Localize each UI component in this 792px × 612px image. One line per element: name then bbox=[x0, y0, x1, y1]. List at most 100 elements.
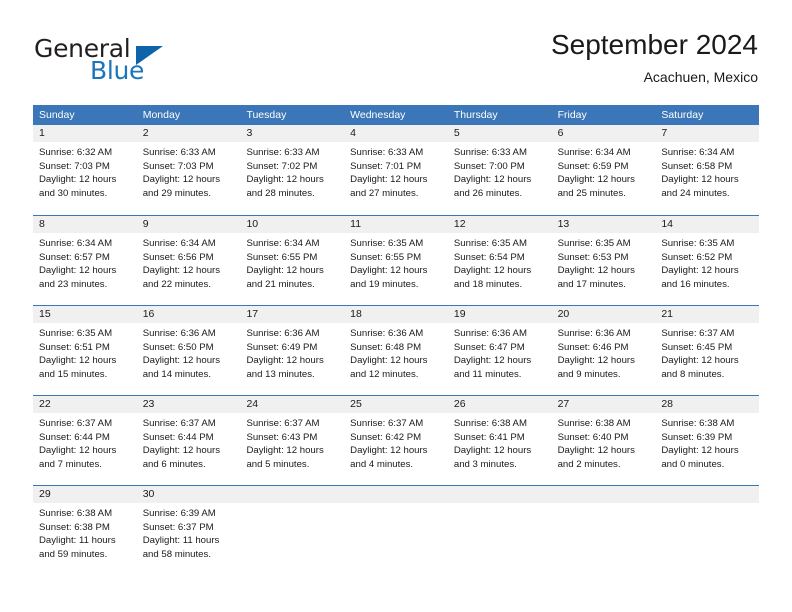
day-details: Sunrise: 6:37 AM Sunset: 6:44 PM Daylight:… bbox=[137, 413, 241, 471]
day-cell[interactable]: 5 Sunrise: 6:33 AM Sunset: 7:00 PM Daylight… bbox=[447, 125, 552, 215]
day-detail-line: and 19 minutes. bbox=[350, 278, 419, 290]
day-detail-line: Sunset: 6:42 PM bbox=[350, 431, 422, 443]
page-header: General Blue September 2024 Acachuen, Me… bbox=[0, 0, 792, 100]
day-cell[interactable]: 2 Sunrise: 6:33 AM Sunset: 7:03 PM Daylight… bbox=[136, 125, 241, 215]
day-number: 12 bbox=[447, 216, 552, 233]
day-cell[interactable]: 18 Sunrise: 6:36 AM Sunset: 6:48 PM Dayligh… bbox=[344, 306, 448, 395]
day-detail-line: Daylight: 12 hours bbox=[350, 355, 428, 367]
day-cell[interactable]: 4 Sunrise: 6:33 AM Sunset: 7:01 PM Daylight… bbox=[344, 125, 448, 215]
day-cell[interactable]: 1 Sunrise: 6:32 AM Sunset: 7:03 PM Daylight… bbox=[33, 125, 137, 215]
day-cell[interactable]: 8 Sunrise: 6:34 AM Sunset: 6:57 PM Daylight… bbox=[33, 216, 137, 305]
day-detail-line: and 6 minutes. bbox=[142, 458, 206, 470]
day-detail-line: Sunset: 6:52 PM bbox=[661, 251, 733, 263]
day-cell[interactable]: 9 Sunrise: 6:34 AM Sunset: 6:56 PM Daylight… bbox=[136, 216, 241, 305]
day-cell[interactable]: 14 Sunrise: 6:35 AM Sunset: 6:52 PM Dayligh… bbox=[655, 216, 760, 305]
day-cell[interactable]: 17 Sunrise: 6:36 AM Sunset: 6:49 PM Dayligh… bbox=[240, 306, 345, 395]
day-cell[interactable]: 25 Sunrise: 6:37 AM Sunset: 6:42 PM Dayligh… bbox=[344, 396, 448, 485]
day-details: Sunrise: 6:35 AM Sunset: 6:51 PM Daylight:… bbox=[33, 323, 137, 381]
day-details: Sunrise: 6:34 AM Sunset: 6:57 PM Daylight:… bbox=[33, 233, 137, 291]
day-details: Sunrise: 6:38 AM Sunset: 6:38 PM Daylight:… bbox=[33, 503, 137, 561]
day-cell[interactable]: 16 Sunrise: 6:36 AM Sunset: 6:50 PM Dayligh… bbox=[136, 306, 241, 395]
day-details: Sunrise: 6:34 AM Sunset: 6:56 PM Daylight:… bbox=[137, 233, 241, 291]
day-details: Sunrise: 6:35 AM Sunset: 6:53 PM Daylight:… bbox=[552, 233, 656, 291]
day-detail-line: Sunset: 6:47 PM bbox=[453, 341, 525, 353]
day-detail-line: Sunrise: 6:36 AM bbox=[142, 328, 216, 339]
day-detail-line: Daylight: 12 hours bbox=[557, 445, 635, 457]
day-cell[interactable]: 7 Sunrise: 6:34 AM Sunset: 6:58 PM Daylight… bbox=[655, 125, 760, 215]
weekday-header-wednesday: Wednesday bbox=[350, 109, 406, 121]
day-detail-line: Daylight: 12 hours bbox=[142, 445, 221, 457]
day-cell[interactable]: 13 Sunrise: 6:35 AM Sunset: 6:53 PM Dayligh… bbox=[551, 216, 656, 305]
day-number: 9 bbox=[136, 216, 241, 233]
day-cell[interactable]: 11 Sunrise: 6:35 AM Sunset: 6:55 PM Dayligh… bbox=[344, 216, 448, 305]
day-detail-line: Sunrise: 6:36 AM bbox=[350, 328, 424, 339]
day-details: Sunrise: 6:33 AM Sunset: 7:01 PM Daylight:… bbox=[344, 142, 448, 200]
day-number: 1 bbox=[33, 125, 137, 142]
day-number: 29 bbox=[33, 486, 137, 503]
day-detail-line: and 16 minutes. bbox=[661, 278, 730, 290]
day-detail-line: Sunrise: 6:38 AM bbox=[557, 418, 631, 429]
day-cell[interactable]: 28 Sunrise: 6:38 AM Sunset: 6:39 PM Dayligh… bbox=[655, 396, 760, 485]
day-detail-line: Sunset: 6:57 PM bbox=[39, 251, 110, 263]
day-detail-line: Sunrise: 6:33 AM bbox=[246, 147, 320, 158]
day-number bbox=[655, 486, 760, 503]
day-number: 24 bbox=[240, 396, 345, 413]
calendar-week-row: 22 Sunrise: 6:37 AM Sunset: 6:44 PM Dayligh… bbox=[33, 395, 760, 485]
location-subtitle: Acachuen, Mexico bbox=[643, 69, 758, 85]
day-cell[interactable]: 30 Sunrise: 6:39 AM Sunset: 6:37 PM Dayligh… bbox=[136, 486, 241, 575]
day-details: Sunrise: 6:36 AM Sunset: 6:49 PM Daylight:… bbox=[240, 323, 344, 381]
day-detail-line: Sunrise: 6:35 AM bbox=[39, 328, 113, 339]
day-cell[interactable]: 15 Sunrise: 6:35 AM Sunset: 6:51 PM Dayligh… bbox=[33, 306, 137, 395]
day-cell-empty bbox=[447, 486, 552, 575]
day-detail-line: Sunrise: 6:34 AM bbox=[661, 147, 735, 158]
day-details: Sunrise: 6:34 AM Sunset: 6:59 PM Daylight:… bbox=[552, 142, 656, 200]
day-detail-line: Daylight: 12 hours bbox=[661, 355, 739, 367]
day-number: 14 bbox=[655, 216, 760, 233]
day-number: 2 bbox=[136, 125, 241, 142]
day-number: 4 bbox=[344, 125, 448, 142]
day-number bbox=[240, 486, 345, 503]
day-detail-line: and 59 minutes. bbox=[39, 548, 108, 560]
day-cell[interactable]: 3 Sunrise: 6:33 AM Sunset: 7:02 PM Daylight… bbox=[240, 125, 345, 215]
day-cell[interactable]: 20 Sunrise: 6:36 AM Sunset: 6:46 PM Dayligh… bbox=[551, 306, 656, 395]
day-cell-empty bbox=[551, 486, 656, 575]
day-cell[interactable]: 10 Sunrise: 6:34 AM Sunset: 6:55 PM Dayligh… bbox=[240, 216, 345, 305]
day-cell[interactable]: 24 Sunrise: 6:37 AM Sunset: 6:43 PM Dayligh… bbox=[240, 396, 345, 485]
calendar-grid: Sunday Monday Tuesday Wednesday Thursday Frid… bbox=[33, 105, 760, 575]
day-number: 27 bbox=[551, 396, 656, 413]
day-cell[interactable]: 23 Sunrise: 6:37 AM Sunset: 6:44 PM Dayligh… bbox=[136, 396, 241, 485]
day-detail-line: Sunset: 7:00 PM bbox=[453, 160, 525, 172]
day-detail-line: Sunrise: 6:36 AM bbox=[453, 328, 527, 339]
day-detail-line: Sunrise: 6:33 AM bbox=[350, 147, 424, 158]
day-cell[interactable]: 19 Sunrise: 6:36 AM Sunset: 6:47 PM Dayligh… bbox=[447, 306, 552, 395]
day-number: 26 bbox=[447, 396, 552, 413]
day-detail-line: Sunrise: 6:39 AM bbox=[142, 508, 216, 519]
day-cell[interactable]: 21 Sunrise: 6:37 AM Sunset: 6:45 PM Dayligh… bbox=[655, 306, 760, 395]
day-detail-line: Sunset: 6:55 PM bbox=[246, 251, 318, 263]
day-cell[interactable]: 6 Sunrise: 6:34 AM Sunset: 6:59 PM Daylight… bbox=[551, 125, 656, 215]
calendar-week-row: 29 Sunrise: 6:38 AM Sunset: 6:38 PM Dayligh… bbox=[33, 485, 760, 575]
day-detail-line: Sunset: 7:03 PM bbox=[39, 160, 110, 172]
day-detail-line: Daylight: 12 hours bbox=[39, 174, 117, 186]
day-detail-line: Sunrise: 6:34 AM bbox=[246, 238, 320, 249]
day-cell[interactable]: 27 Sunrise: 6:38 AM Sunset: 6:40 PM Dayligh… bbox=[551, 396, 656, 485]
day-detail-line: Sunset: 6:58 PM bbox=[661, 160, 733, 172]
day-detail-line: Daylight: 12 hours bbox=[246, 445, 324, 457]
day-detail-line: Daylight: 12 hours bbox=[142, 355, 221, 367]
day-detail-line: Sunset: 7:01 PM bbox=[350, 160, 422, 172]
day-cell[interactable]: 12 Sunrise: 6:35 AM Sunset: 6:54 PM Dayligh… bbox=[447, 216, 552, 305]
day-cell[interactable]: 22 Sunrise: 6:37 AM Sunset: 6:44 PM Dayligh… bbox=[33, 396, 137, 485]
day-cell[interactable]: 29 Sunrise: 6:38 AM Sunset: 6:38 PM Dayligh… bbox=[33, 486, 137, 575]
day-detail-line: Sunrise: 6:37 AM bbox=[142, 418, 216, 429]
brand-logo[interactable]: General Blue bbox=[34, 34, 234, 90]
day-number: 16 bbox=[136, 306, 241, 323]
day-cell[interactable]: 26 Sunrise: 6:38 AM Sunset: 6:41 PM Dayligh… bbox=[447, 396, 552, 485]
day-detail-line: Sunset: 6:46 PM bbox=[557, 341, 629, 353]
day-detail-line: Sunrise: 6:36 AM bbox=[557, 328, 631, 339]
day-detail-line: Sunrise: 6:36 AM bbox=[246, 328, 320, 339]
day-number: 3 bbox=[240, 125, 345, 142]
day-cell-empty bbox=[344, 486, 448, 575]
day-detail-line: and 29 minutes. bbox=[142, 187, 211, 199]
day-detail-line: Sunrise: 6:32 AM bbox=[39, 147, 113, 158]
day-detail-line: and 17 minutes. bbox=[557, 278, 626, 290]
